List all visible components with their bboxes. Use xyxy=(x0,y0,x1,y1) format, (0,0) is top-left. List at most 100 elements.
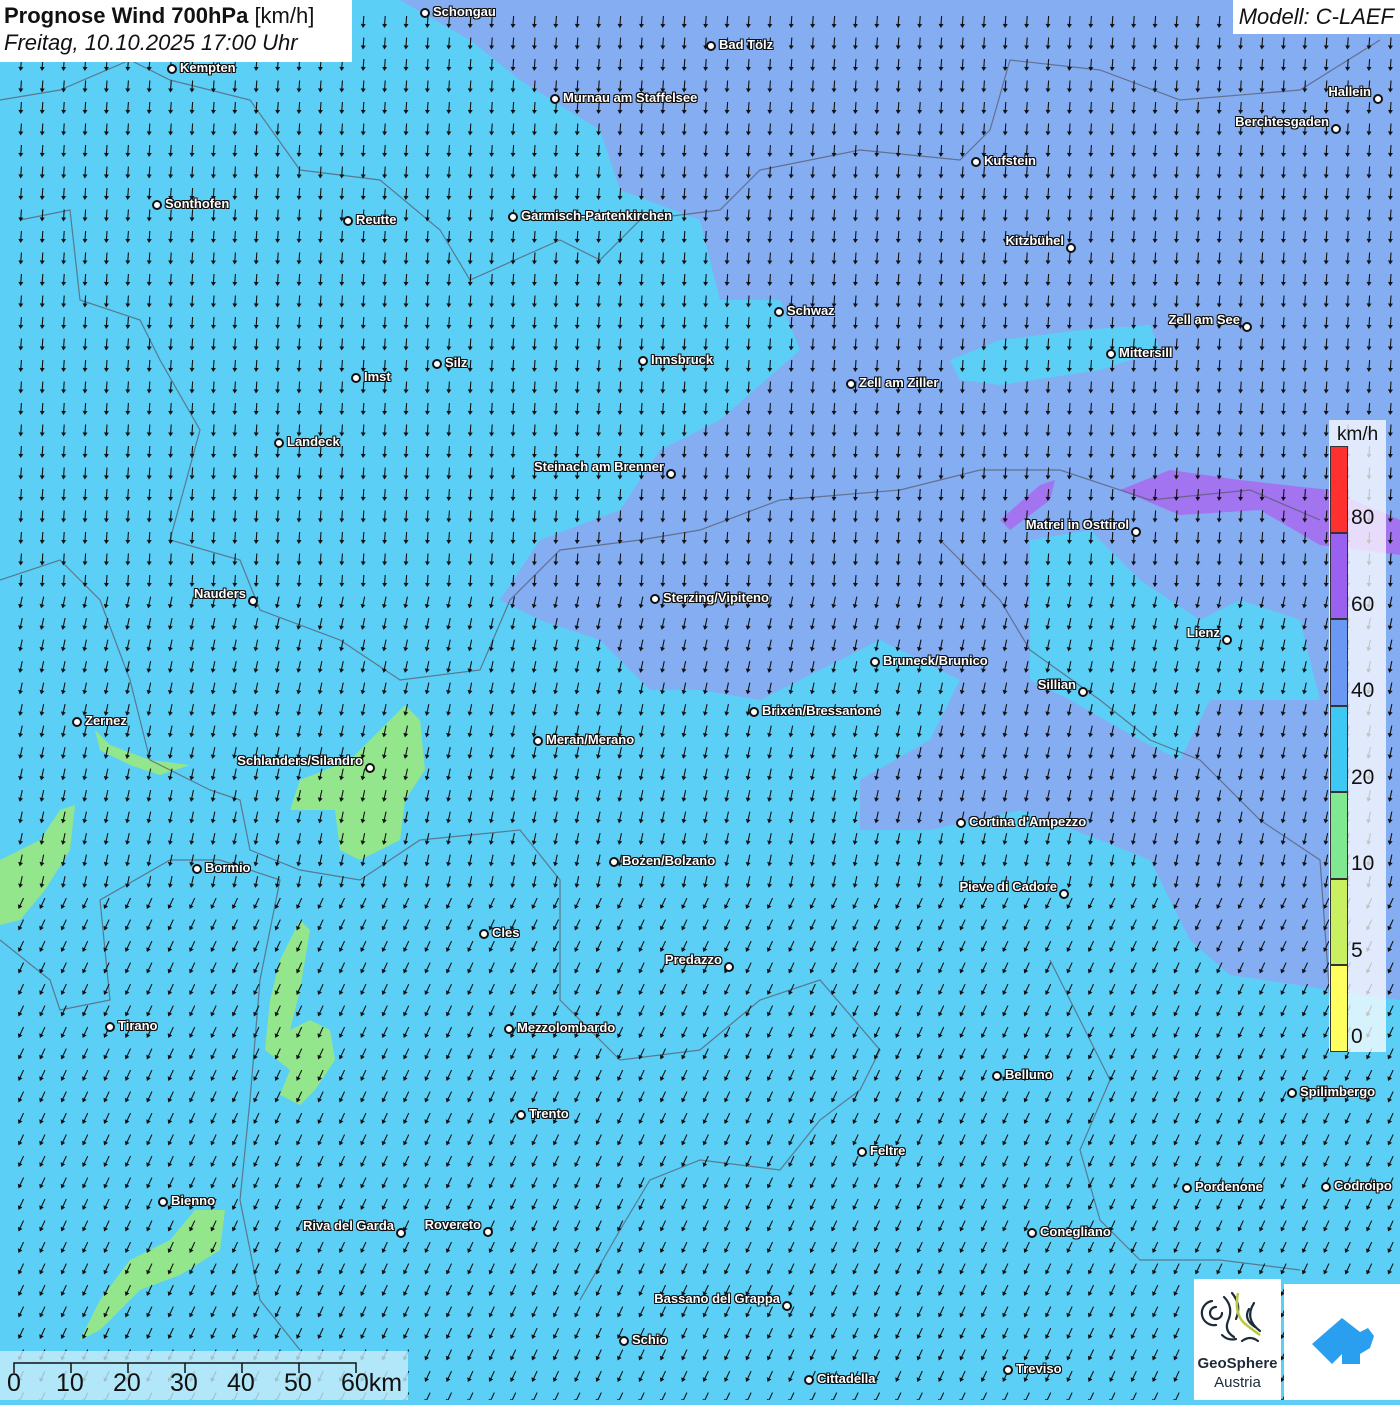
wind-arrow xyxy=(1001,1091,1011,1104)
wind-arrow xyxy=(936,1306,946,1319)
wind-arrow xyxy=(80,1112,90,1125)
wind-arrow xyxy=(253,231,259,243)
wind-arrow xyxy=(936,962,946,975)
wind-arrow xyxy=(680,1069,690,1082)
wind-arrow xyxy=(1386,1263,1396,1276)
wind-arrow xyxy=(382,274,388,286)
wind-arrow xyxy=(39,575,45,587)
wind-arrow xyxy=(168,489,174,501)
wind-arrow xyxy=(872,1392,882,1400)
wind-arrow xyxy=(39,360,45,372)
wind-arrow xyxy=(787,1177,797,1190)
wind-arrow xyxy=(104,575,110,587)
wind-arrow xyxy=(1386,1241,1396,1254)
wind-arrow xyxy=(168,209,174,221)
wind-arrow xyxy=(532,102,538,114)
wind-arrow xyxy=(488,661,495,674)
wind-arrow xyxy=(510,790,517,803)
wind-arrow xyxy=(317,661,324,674)
wind-arrow xyxy=(61,381,67,393)
wind-arrow xyxy=(1215,1263,1225,1276)
wind-arrow xyxy=(979,1370,989,1383)
wind-arrow xyxy=(680,1392,690,1400)
wind-arrow xyxy=(573,1134,583,1147)
wind-arrow xyxy=(253,338,259,350)
wind-arrow xyxy=(532,317,538,329)
wind-arrow xyxy=(38,1026,48,1039)
city-marker xyxy=(1066,243,1076,253)
wind-arrow xyxy=(489,252,495,264)
wind-arrow xyxy=(146,166,152,178)
wind-arrow xyxy=(273,919,283,932)
city-label: Zell am See xyxy=(1168,313,1240,327)
wind-arrow xyxy=(444,1048,454,1061)
wind-arrow xyxy=(1322,1112,1332,1125)
wind-arrow xyxy=(979,1284,989,1297)
city-marker xyxy=(152,200,162,210)
wind-arrow xyxy=(467,811,474,824)
wind-arrow xyxy=(189,209,195,221)
wind-arrow xyxy=(189,704,196,717)
wind-arrow xyxy=(1236,1048,1246,1061)
wind-arrow xyxy=(787,1198,797,1211)
scale-label: 10 xyxy=(56,1369,84,1398)
wind-arrow xyxy=(596,381,602,393)
wind-arrow xyxy=(894,1241,904,1254)
wind-arrow xyxy=(16,1155,26,1168)
wind-arrow xyxy=(958,1026,968,1039)
wind-arrow xyxy=(787,983,797,996)
wind-arrow xyxy=(18,123,24,135)
wind-arrow xyxy=(253,725,260,738)
wind-arrow xyxy=(211,467,217,479)
geosphere-austria-logo: GeoSphere Austria xyxy=(1194,1279,1281,1400)
wind-arrow xyxy=(166,983,176,996)
wind-arrow xyxy=(209,897,219,910)
wind-arrow xyxy=(466,1026,476,1039)
wind-arrow xyxy=(125,446,131,458)
wind-arrow xyxy=(1066,833,1073,846)
wind-arrow xyxy=(82,102,88,114)
wind-arrow xyxy=(423,1241,433,1254)
wind-arrow xyxy=(61,295,67,307)
wind-arrow xyxy=(104,532,110,544)
wind-arrow xyxy=(230,1069,240,1082)
city-label: Schwaz xyxy=(787,304,835,318)
wind-arrow xyxy=(146,295,152,307)
wind-arrow xyxy=(1172,962,1182,975)
wind-arrow xyxy=(1086,1091,1096,1104)
wind-arrow xyxy=(594,1134,604,1147)
wind-arrow xyxy=(253,489,259,501)
wind-arrow xyxy=(231,618,238,631)
wind-arrow xyxy=(1215,1091,1225,1104)
wind-arrow xyxy=(1364,1069,1374,1082)
wind-arrow xyxy=(958,1198,968,1211)
wind-arrow xyxy=(316,1198,326,1211)
wind-arrow xyxy=(701,1327,711,1340)
wind-arrow xyxy=(338,682,345,695)
wind-arrow xyxy=(403,295,409,307)
wind-arrow xyxy=(594,1005,604,1018)
wind-arrow xyxy=(423,1284,433,1297)
wind-arrow xyxy=(1193,1241,1203,1254)
wind-arrow xyxy=(744,1327,754,1340)
wind-arrow xyxy=(16,1284,26,1297)
wind-arrow xyxy=(808,1026,818,1039)
wind-arrow xyxy=(765,983,775,996)
wind-arrow xyxy=(253,274,259,286)
wind-arrow xyxy=(360,59,366,71)
wind-arrow xyxy=(1108,983,1118,996)
wind-arrow xyxy=(701,1220,711,1233)
wind-arrow xyxy=(318,553,324,565)
wind-arrow xyxy=(275,80,281,92)
wind-arrow xyxy=(895,854,902,867)
wind-arrow xyxy=(489,59,495,71)
city-marker xyxy=(248,596,258,606)
wind-arrow xyxy=(637,1026,647,1039)
wind-arrow xyxy=(787,1069,797,1082)
wind-arrow xyxy=(296,575,302,587)
wind-arrow xyxy=(979,919,989,932)
wind-arrow xyxy=(744,1349,754,1362)
wind-arrow xyxy=(445,596,452,609)
wind-arrow xyxy=(915,1392,925,1400)
wind-arrow xyxy=(1001,1263,1011,1276)
